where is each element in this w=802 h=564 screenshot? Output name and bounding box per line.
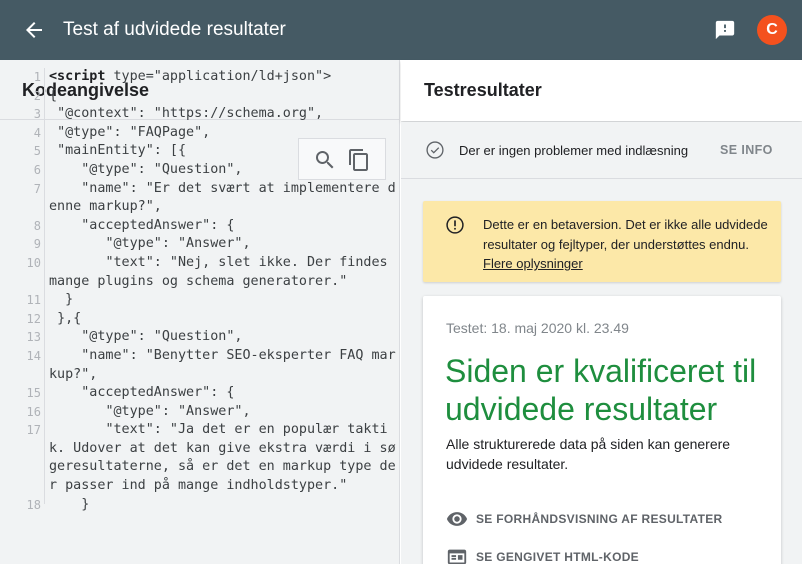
arrow-back-icon[interactable] [22,18,46,42]
app-bar: Test af udvidede resultater C [0,0,802,60]
page-title: Test af udvidede resultater [63,19,286,40]
line-number: 13 [26,330,41,345]
code-line: 16 "@type": "Answer", [0,403,400,422]
line-number: 2 [33,88,41,103]
code-text: "@type": "Question", [49,329,243,345]
code-text: "text": "Nej, slet ikke. Der findes mang… [49,254,396,289]
code-line: 10 "text": "Nej, slet ikke. Der findes m… [0,254,400,291]
code-line: 11 } [0,291,400,310]
view-rendered-html-label: SE GENGIVET HTML-KODE [476,550,639,564]
copy-icon[interactable] [347,148,371,172]
beta-notice: Dette er en betaversion. Det er ikke all… [423,201,781,282]
code-text: },{ [49,310,82,326]
preview-results-button[interactable]: SE FORHÅNDSVISNING AF RESULTATER [446,508,746,530]
code-editor[interactable]: 1 <script type="application/ld+json"> 2{3 … [0,68,400,514]
code-text: "name": "Benytter SEO-eksperter FAQ mark… [49,347,396,382]
code-line: 13 "@type": "Question", [0,328,400,347]
loading-status-text: Der er ingen problemer med indlæsning [459,143,689,158]
result-heading: Siden er kvalificeret til udvidede resul… [445,353,757,427]
code-text: "@type": "Question", [49,161,243,177]
line-number: 18 [26,497,41,512]
search-icon[interactable] [313,148,337,172]
code-text: "@context": "https://schema.org", [49,106,324,122]
code-text: "acceptedAnswer": { [49,217,235,233]
code-text: "@type": "FAQPage", [49,124,211,140]
see-info-button[interactable]: SE INFO [720,143,773,157]
info-outline-icon [446,216,464,234]
code-text: } [49,292,74,308]
code-line: 12 },{ [0,310,400,329]
code-line: 3 "@context": "https://schema.org", [0,105,400,124]
check-circle-icon [426,141,444,159]
code-line: 2{ [0,87,400,106]
preview-results-label: SE FORHÅNDSVISNING AF RESULTATER [476,512,723,526]
line-number: 3 [33,107,41,122]
results-panel-header: Testresultater [401,60,802,121]
line-number: 4 [33,125,41,140]
line-number: 16 [26,404,41,419]
line-number: 14 [26,348,41,363]
loading-status-row: Der er ingen problemer med indlæsning SE… [401,122,802,179]
code-text: "mainEntity": [{ [49,143,187,159]
code-text: "name": "Er det svært at implementere de… [49,180,396,215]
line-number: 11 [26,293,41,308]
results-panel: Testresultater Der er ingen problemer me… [401,60,802,564]
feedback-icon[interactable] [714,19,736,41]
code-line: 18 } [0,496,400,515]
code-text: "@type": "Answer", [49,236,251,252]
code-line: 17 "text": "Ja det er en populær taktik.… [0,421,400,495]
line-number: 9 [33,237,41,252]
line-number: 1 [33,70,41,84]
code-line: 15 "acceptedAnswer": { [0,384,400,403]
line-number: 7 [33,181,41,196]
eye-icon [446,512,468,526]
result-card: Testet: 18. maj 2020 kl. 23.49 Siden er … [423,296,781,564]
code-line: 9 "@type": "Answer", [0,235,400,254]
code-line: 1 <script type="application/ld+json"> [0,68,400,87]
more-info-link[interactable]: Flere oplysninger [483,256,583,271]
code-text: "acceptedAnswer": { [49,385,235,401]
code-toolbar [298,138,386,180]
browser-window-icon [447,549,467,564]
tested-timestamp: Testet: 18. maj 2020 kl. 23.49 [446,320,629,336]
line-number: 15 [26,386,41,401]
code-line: 7 "name": "Er det svært at implementere … [0,180,400,217]
code-line: 14 "name": "Benytter SEO-eksperter FAQ m… [0,347,400,384]
beta-notice-body: Dette er en betaversion. Det er ikke all… [483,217,768,252]
avatar[interactable]: C [757,15,787,45]
code-text: "text": "Ja det er en populær taktik. Ud… [49,422,396,494]
code-text: } [49,496,90,512]
line-number: 6 [33,162,41,177]
code-text: { [49,87,58,103]
code-text: type="application/ld+json"> [105,69,332,84]
view-rendered-html-button[interactable]: SE GENGIVET HTML-KODE [446,546,666,564]
line-number: 5 [33,144,41,159]
result-description: Alle strukturerede data på siden kan gen… [446,436,731,472]
code-text: "@type": "Answer", [49,403,251,419]
beta-notice-text: Dette er en betaversion. Det er ikke all… [483,215,773,274]
line-number: 10 [26,255,41,270]
line-number: 17 [26,423,41,438]
line-number: 12 [26,311,41,326]
code-keyword: <script [49,69,106,84]
code-line: 8 "acceptedAnswer": { [0,217,400,236]
results-panel-title: Testresultater [424,80,542,100]
line-number: 8 [33,218,41,233]
